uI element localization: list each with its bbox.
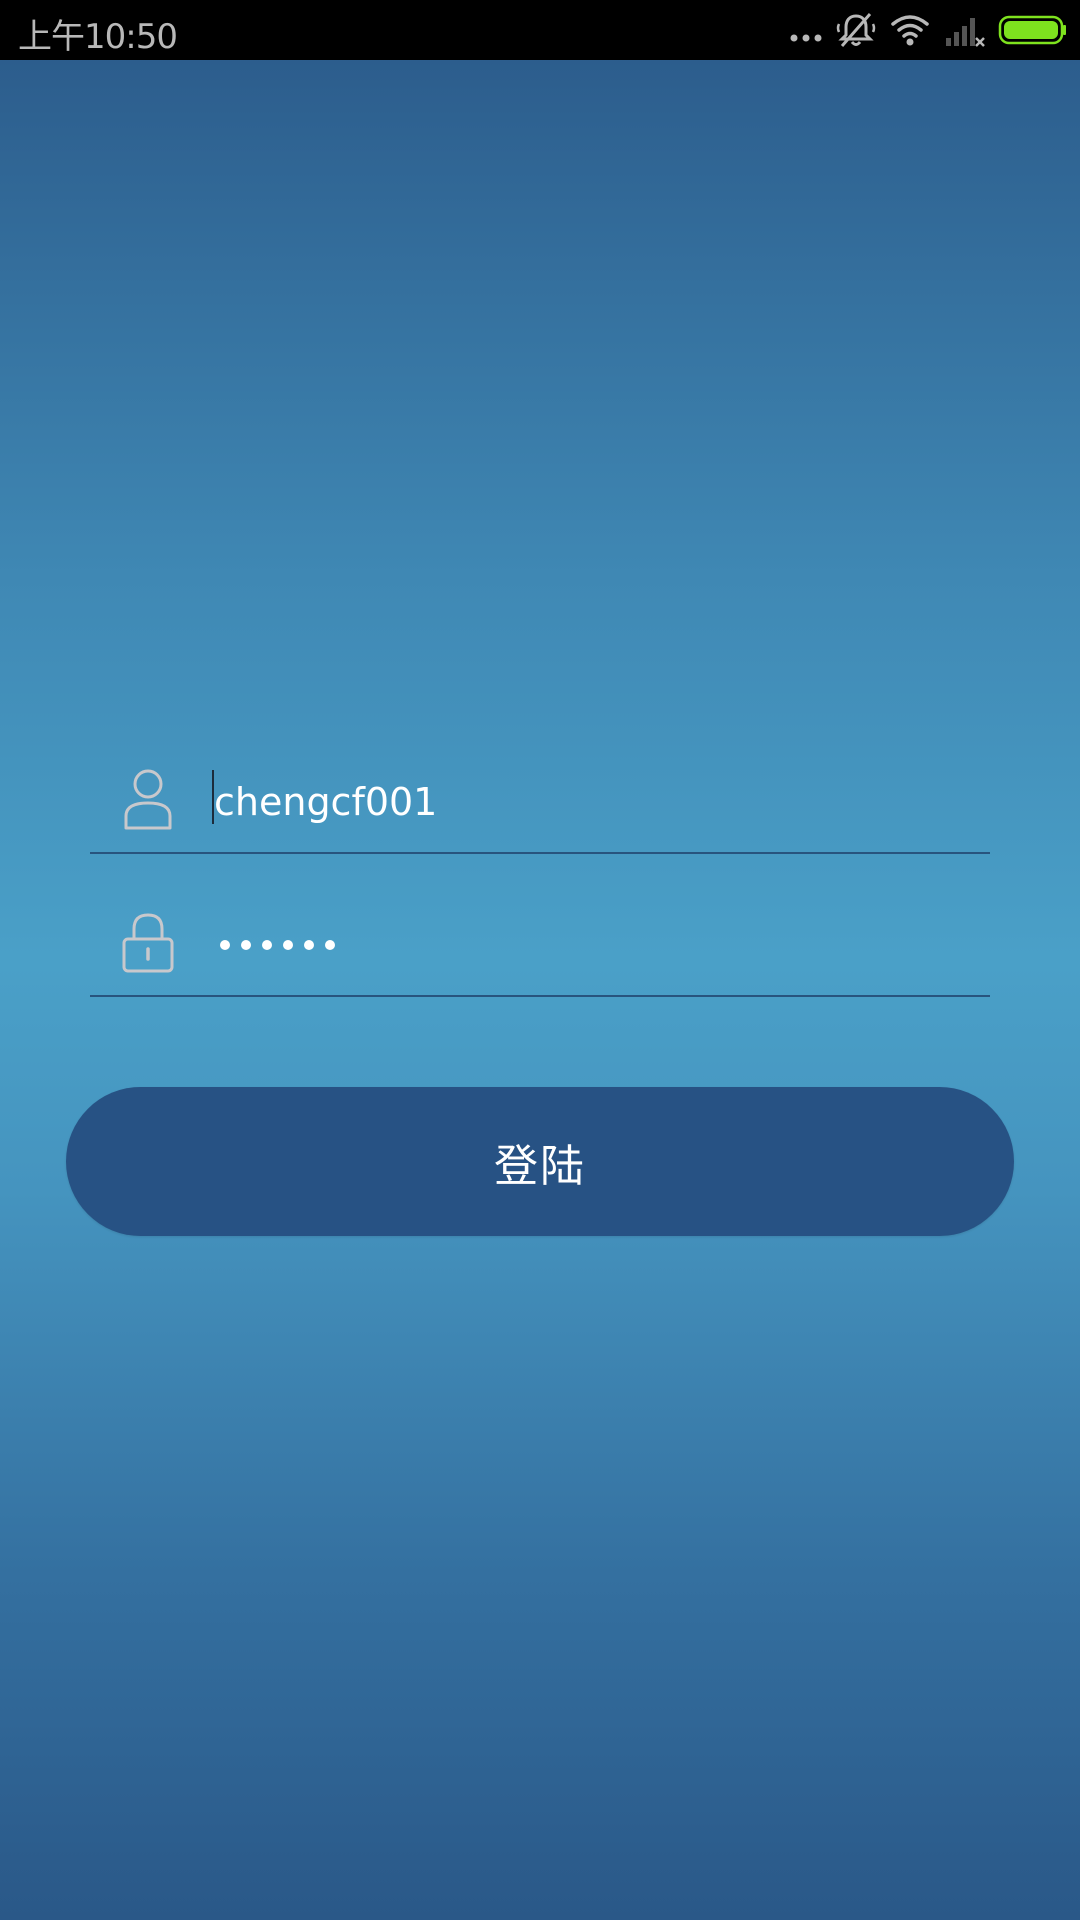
password-dot: [241, 940, 251, 950]
wifi-icon: [890, 10, 930, 50]
user-icon: [120, 766, 176, 832]
bell-muted-icon: [836, 10, 876, 50]
password-dot: [220, 940, 230, 950]
status-bar: 上午10:50: [0, 0, 1080, 60]
username-field: [90, 742, 990, 854]
password-field: [90, 885, 990, 997]
password-dot: [325, 940, 335, 950]
battery-full-icon: [998, 10, 1068, 50]
login-screen: 上午10:50 chengcf001 登陆: [0, 0, 1080, 1920]
password-dot: [304, 940, 314, 950]
username-input[interactable]: [212, 772, 974, 832]
lock-icon: [120, 909, 176, 975]
more-dots-icon: [788, 10, 824, 50]
password-dot: [283, 940, 293, 950]
password-input[interactable]: [220, 915, 346, 975]
cellular-no-signal-icon: [944, 10, 988, 50]
text-cursor: [212, 770, 214, 824]
status-time: 上午10:50: [18, 17, 178, 57]
status-icons: [788, 10, 1068, 50]
login-button[interactable]: 登陆: [66, 1087, 1014, 1236]
password-dot: [262, 940, 272, 950]
